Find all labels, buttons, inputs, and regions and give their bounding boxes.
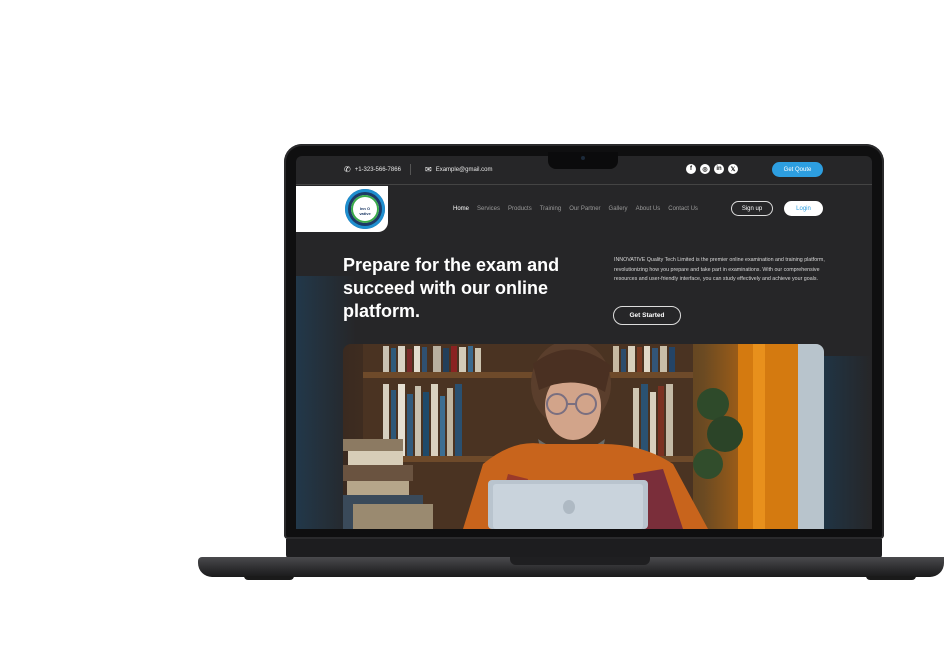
divider — [410, 164, 411, 175]
email-address: Example@gmail.com — [435, 166, 493, 173]
hero-image — [343, 344, 824, 529]
hero-title: Prepare for the exam and succeed with ou… — [343, 255, 560, 321]
nav-training[interactable]: Training — [540, 206, 561, 212]
facebook-icon[interactable]: f — [686, 164, 696, 174]
website-screen: ✆ +1-323-566-7866 ✉ Example@gmail.com f … — [296, 156, 872, 529]
instagram-icon[interactable]: ◎ — [700, 164, 710, 174]
login-button[interactable]: Login — [784, 201, 823, 216]
laptop-hinge — [286, 539, 882, 559]
email-contact[interactable]: ✉ Example@gmail.com — [425, 165, 492, 174]
laptop-notch — [548, 152, 618, 169]
camera-icon — [581, 156, 585, 160]
logo-container[interactable]: Inn O vative — [296, 186, 388, 232]
company-logo: Inn O vative — [345, 189, 385, 229]
decorative-glow-right — [824, 356, 872, 529]
mail-icon: ✉ — [425, 165, 432, 174]
logo-emblem: Inn O vative — [351, 195, 379, 223]
nav-about-us[interactable]: About Us — [636, 206, 661, 212]
laptop-foot — [244, 576, 294, 580]
phone-number: +1-323-566-7866 — [354, 166, 401, 173]
x-twitter-icon[interactable]: 𝕏 — [728, 164, 738, 174]
main-nav: Home Services Products Training Our Part… — [453, 206, 698, 212]
nav-our-partner[interactable]: Our Partner — [569, 206, 600, 212]
nav-products[interactable]: Products — [508, 206, 532, 212]
nav-home[interactable]: Home — [453, 206, 469, 212]
laptop-opening-groove — [510, 557, 650, 565]
hero-description: INNOVATIVE Quality Tech Limited is the p… — [614, 257, 825, 283]
nav-gallery[interactable]: Gallery — [609, 206, 628, 212]
get-quote-button[interactable]: Get Qoute — [772, 162, 823, 177]
student-studying-illustration — [343, 344, 824, 529]
nav-contact-us[interactable]: Contact Us — [668, 206, 698, 212]
linkedin-icon[interactable]: in — [714, 164, 724, 174]
laptop-foot — [866, 576, 916, 580]
nav-services[interactable]: Services — [477, 206, 500, 212]
get-started-button[interactable]: Get Started — [613, 306, 681, 325]
phone-contact[interactable]: ✆ +1-323-566-7866 — [344, 165, 401, 174]
phone-icon: ✆ — [344, 165, 351, 174]
logo-text: Inn O vative — [359, 206, 371, 216]
signup-button[interactable]: Sign up — [731, 201, 773, 216]
social-links: f ◎ in 𝕏 — [686, 164, 738, 174]
